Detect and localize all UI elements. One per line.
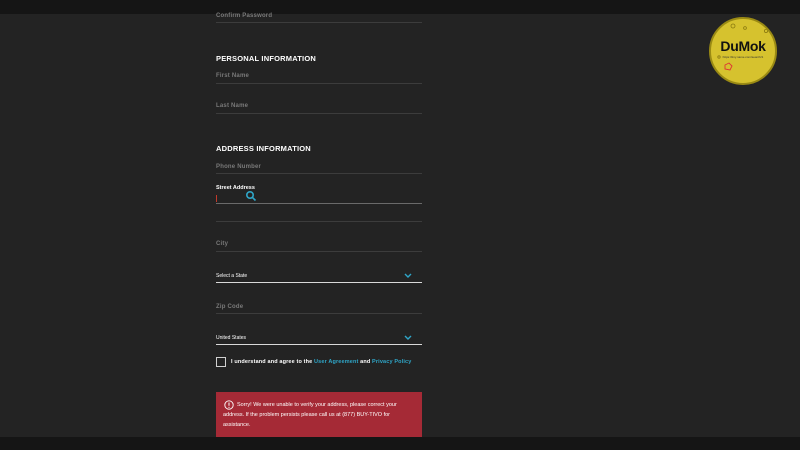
phone-number-field[interactable]: Phone Number [216,158,422,174]
state-select-value: Select a State [216,273,248,279]
phone-number-label: Phone Number [216,164,262,170]
city-field[interactable]: City [216,236,422,252]
address-error-banner: Sorry! We were unable to verify your add… [216,392,422,437]
watermark-logo: DuMok https://tiny.name.com/search/1 [709,17,777,85]
confirm-password-field[interactable]: Confirm Password [216,0,422,23]
registration-form: Confirm Password PERSONAL INFORMATION Fi… [216,0,422,437]
first-name-field[interactable]: First Name [216,68,422,84]
text-caret [216,195,217,202]
last-name-label: Last Name [216,103,249,109]
bottom-bar [0,437,800,450]
user-agreement-link[interactable]: User Agreement [314,359,358,365]
chevron-down-icon [404,335,412,340]
street-address-line2-field[interactable] [216,206,422,222]
country-select-value: United States [216,335,247,341]
street-address-input[interactable] [216,190,422,204]
personal-info-heading: PERSONAL INFORMATION [216,54,316,63]
agreement-and: and [358,359,373,365]
first-name-label: First Name [216,73,250,79]
address-info-heading: ADDRESS INFORMATION [216,144,311,153]
chevron-down-icon [404,273,412,278]
confirm-password-label: Confirm Password [216,13,273,19]
last-name-field[interactable]: Last Name [216,98,422,114]
error-message: Sorry! We were unable to verify your add… [223,402,397,428]
city-label: City [216,241,229,247]
country-select[interactable]: United States [216,334,422,345]
watermark-name: DuMok [720,38,766,54]
agreement-text: I understand and agree to the User Agree… [216,358,416,367]
zip-code-label: Zip Code [216,304,244,310]
privacy-policy-link[interactable]: Privacy Policy [372,359,411,365]
search-cursor-icon [245,190,257,202]
watermark-url: https://tiny.name.com/search/1 [722,55,764,59]
agreement-prefix: I understand and agree to the [231,359,315,365]
page: Confirm Password PERSONAL INFORMATION Fi… [0,0,800,450]
zip-code-field[interactable]: Zip Code [216,298,422,314]
state-select[interactable]: Select a State [216,272,422,283]
